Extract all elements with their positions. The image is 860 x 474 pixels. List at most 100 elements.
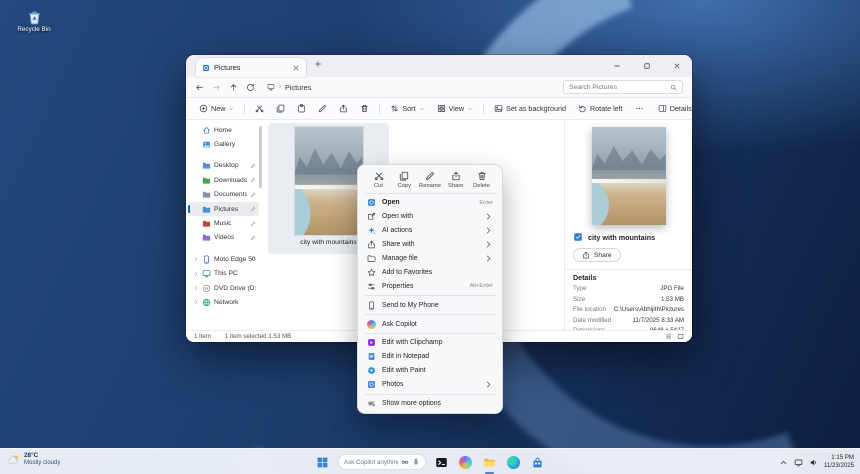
chevron-down-icon [467, 106, 473, 112]
sidebar-item-dvd-drive-d-c[interactable]: DVD Drive (D:) C [189, 281, 259, 295]
trash-icon [477, 171, 487, 181]
share-pill-button[interactable]: Share [573, 248, 621, 262]
property-label: Type [573, 284, 586, 295]
delete-quick-button[interactable]: Delete [469, 171, 494, 189]
back-icon[interactable] [195, 83, 204, 92]
sidebar-item-this-pc[interactable]: This PC [189, 267, 259, 281]
edge-taskbar-button[interactable] [505, 454, 522, 471]
speaker-icon[interactable] [809, 458, 818, 467]
menu-item-photos[interactable]: Photos [361, 378, 499, 392]
menu-item-add-to-favorites[interactable]: Add to Favorites [361, 265, 499, 279]
view-button[interactable]: View [432, 102, 478, 115]
taskbar-search[interactable] [338, 454, 426, 470]
list-view-icon[interactable] [665, 333, 672, 340]
menu-item-label: Open [382, 199, 400, 206]
menu-item-open[interactable]: OpenEnter [361, 196, 499, 210]
set-as-background-button[interactable]: Set as background [489, 102, 571, 115]
menu-item-label: Ask Copilot [382, 321, 417, 328]
sidebar-item-gallery[interactable]: Gallery [189, 137, 259, 151]
menu-item-edit-with-paint[interactable]: Edit with Paint [361, 364, 499, 378]
chevron-right-icon [193, 256, 199, 262]
menu-item-share-with[interactable]: Share with [361, 238, 499, 252]
tray-chevron-up-icon[interactable] [779, 458, 788, 467]
thumbnail-view-icon[interactable] [677, 333, 684, 340]
rename-button[interactable] [313, 102, 332, 115]
tab-close-icon[interactable] [292, 64, 300, 72]
menu-item-ask-copilot[interactable]: Ask Copilot [361, 317, 499, 331]
divider [379, 103, 380, 115]
sparkle-icon [367, 226, 376, 235]
explorer-search[interactable] [563, 80, 683, 94]
menu-separator [365, 333, 495, 334]
sidebar-item-home[interactable]: Home [189, 123, 259, 137]
menu-item-send-to-my-phone[interactable]: Send to My Phone [361, 298, 499, 312]
maximize-button[interactable] [632, 55, 662, 77]
breadcrumb[interactable]: › Pictures [263, 80, 555, 95]
taskbar-search-input[interactable] [344, 459, 398, 466]
menu-item-manage-file[interactable]: Manage file [361, 252, 499, 266]
minimize-button[interactable] [602, 55, 632, 77]
folder-icon [202, 176, 211, 185]
property-label: Size [573, 295, 585, 306]
pin-icon [250, 192, 256, 198]
menu-item-label: AI actions [382, 227, 412, 234]
sort-button[interactable]: Sort [385, 102, 429, 115]
sidebar-item-desktop[interactable]: Desktop [189, 159, 259, 173]
sidebar-item-documents[interactable]: Documents [189, 188, 259, 202]
paste-button[interactable] [292, 102, 311, 115]
menu-item-show-more-options[interactable]: Show more options [361, 397, 499, 411]
title-bar[interactable]: Pictures [186, 55, 692, 77]
details-header: Details [573, 274, 684, 282]
share-button[interactable] [334, 102, 353, 115]
file-name-label: city with mountains [300, 239, 357, 246]
divider [244, 103, 245, 115]
explorer-search-input[interactable] [569, 84, 666, 91]
start-button[interactable] [314, 454, 331, 471]
rename-quick-button[interactable]: Rename [418, 171, 443, 189]
details-toggle-button[interactable]: Details [653, 102, 692, 115]
sidebar-item-downloads[interactable]: Downloads [189, 173, 259, 187]
gallery-icon [202, 140, 211, 149]
share-quick-button[interactable]: Share [443, 171, 468, 189]
menu-item-properties[interactable]: PropertiesAlt+Enter [361, 279, 499, 293]
more-options-button[interactable] [630, 102, 649, 115]
set-as-background-label: Set as background [506, 104, 566, 113]
up-icon[interactable] [229, 83, 238, 92]
menu-item-edit-in-notepad[interactable]: Edit in Notepad [361, 350, 499, 364]
menu-item-open-with[interactable]: Open with [361, 210, 499, 224]
recycle-bin-shortcut[interactable]: Recycle Bin [10, 8, 58, 33]
store-taskbar-button[interactable] [529, 454, 546, 471]
sidebar-item-videos[interactable]: Videos [189, 231, 259, 245]
new-tab-button[interactable] [314, 55, 322, 73]
network-monitor-icon[interactable] [794, 458, 803, 467]
sidebar-item-moto-edge-50-n[interactable]: Moto Edge 50 N [189, 252, 259, 266]
terminal-taskbar-button[interactable] [433, 454, 450, 471]
chevron-right-icon [193, 299, 199, 305]
rotate-left-button[interactable]: Rotate left [573, 102, 628, 115]
delete-button[interactable] [355, 102, 374, 115]
new-button[interactable]: New [194, 102, 239, 115]
menu-item-ai-actions[interactable]: AI actions [361, 224, 499, 238]
sidebar-item-music[interactable]: Music [189, 216, 259, 230]
cut-quick-button[interactable]: Cut [366, 171, 391, 189]
sidebar-item-network[interactable]: Network [189, 295, 259, 309]
weather-widget[interactable]: 28°C Mostly cloudy [7, 452, 60, 468]
copilot-taskbar-button[interactable] [457, 454, 474, 471]
sidebar-item-label: Music [214, 220, 231, 227]
sidebar-item-pictures[interactable]: Pictures [189, 202, 259, 216]
copy-quick-button[interactable]: Copy [392, 171, 417, 189]
tab-pictures[interactable]: Pictures [196, 58, 306, 77]
share-icon [367, 240, 376, 249]
refresh-icon[interactable] [246, 83, 255, 92]
menu-item-edit-with-clipchamp[interactable]: Edit with Clipchamp [361, 336, 499, 350]
file-explorer-taskbar-button[interactable] [481, 454, 498, 471]
copilot-vision-glasses-icon[interactable] [401, 458, 409, 466]
copy-button[interactable] [271, 102, 290, 115]
cut-button[interactable] [250, 102, 269, 115]
chevron-right-icon [193, 285, 199, 291]
forward-icon[interactable] [212, 83, 221, 92]
clock[interactable]: 1:15 PM 11/23/2025 [824, 454, 854, 470]
microphone-icon[interactable] [412, 458, 420, 466]
close-button[interactable] [662, 55, 692, 77]
sidebar-item-label: This PC [214, 270, 238, 277]
